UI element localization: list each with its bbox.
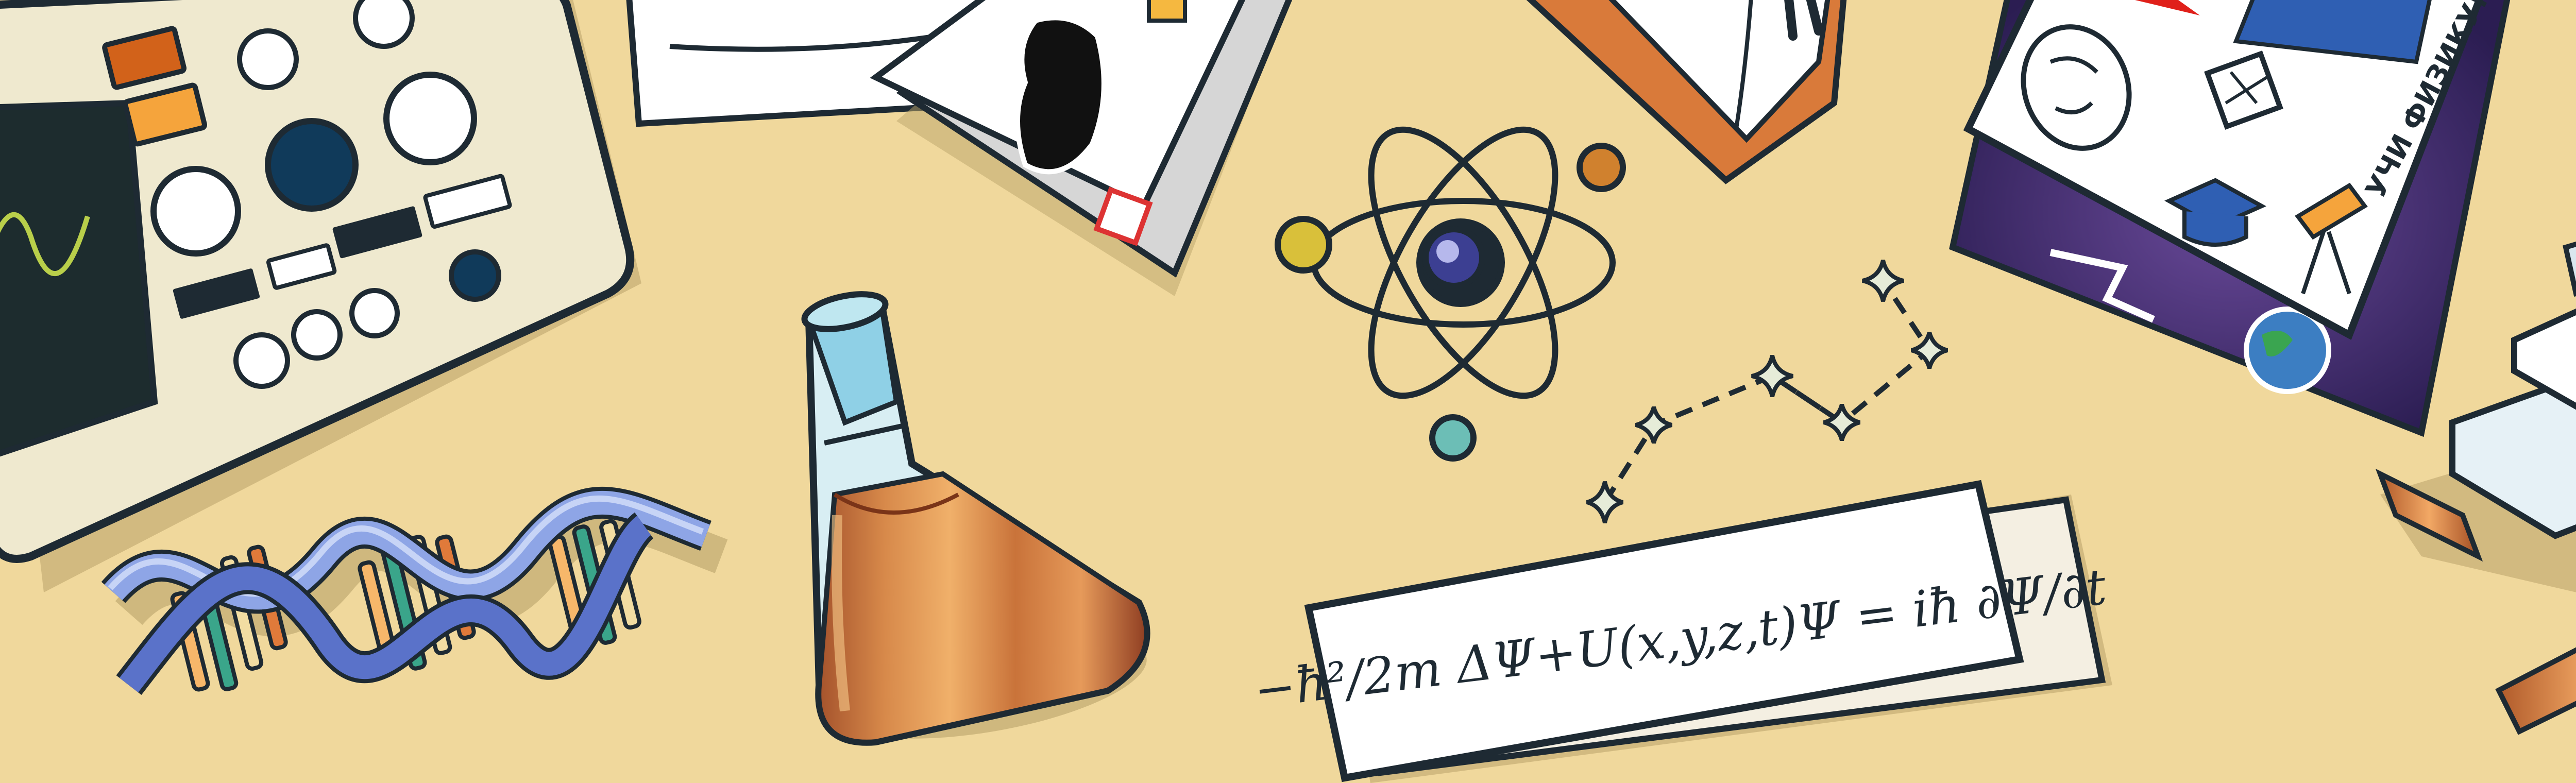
dna-helix-icon	[101, 486, 728, 695]
sticker-sheet-icon	[870, 0, 1293, 296]
book-icon	[1526, 0, 1847, 184]
atom-icon	[1275, 126, 1626, 462]
globe-icon	[2244, 307, 2331, 394]
erlenmeyer-flask-icon	[801, 291, 1150, 746]
oscilloscope-icon	[0, 0, 641, 592]
constellation-icon	[1586, 260, 1948, 523]
science-illustration: −ħ²/2m ΔΨ+U(x,y,z,t)Ψ = iħ ∂Ψ/∂t УЧИ ФИЗ…	[0, 0, 2576, 783]
